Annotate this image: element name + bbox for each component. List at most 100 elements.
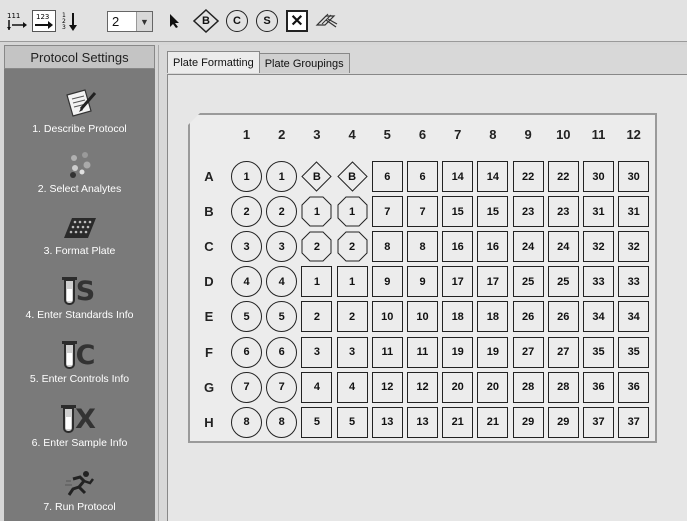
well-F6[interactable]: 11 (407, 336, 438, 368)
sidebar-item-run-protocol[interactable]: 7. Run Protocol (4, 461, 155, 521)
well-E8[interactable]: 18 (477, 301, 509, 333)
standard-tool-button[interactable]: S (256, 10, 278, 32)
well-D6[interactable]: 9 (407, 266, 438, 298)
well-H9[interactable]: 29 (512, 406, 544, 438)
well-B8[interactable]: 15 (477, 196, 509, 228)
well-E6[interactable]: 10 (407, 301, 438, 333)
well-B1[interactable]: 2 (231, 196, 262, 228)
well-F3[interactable]: 3 (301, 336, 333, 368)
well-H7[interactable]: 21 (442, 406, 474, 438)
well-F7[interactable]: 19 (442, 336, 474, 368)
well-E2[interactable]: 5 (266, 301, 298, 333)
sidebar-item-describe-protocol[interactable]: 1. Describe Protocol (4, 83, 155, 143)
row-header[interactable]: G (199, 380, 219, 395)
well-C2[interactable]: 3 (266, 231, 298, 263)
tab-plate-groupings[interactable]: Plate Groupings (258, 53, 350, 73)
well-H6[interactable]: 13 (407, 406, 438, 438)
well-A8[interactable]: 14 (477, 161, 509, 192)
row-header[interactable]: D (199, 274, 219, 289)
well-D9[interactable]: 25 (512, 266, 544, 298)
well-H2[interactable]: 8 (266, 406, 298, 438)
sample-tool-button[interactable]: ✕ (286, 10, 308, 32)
well-H4[interactable]: 5 (336, 406, 368, 438)
well-D1[interactable]: 4 (231, 266, 262, 298)
well-C7[interactable]: 16 (442, 231, 474, 263)
sidebar-item-enter-standards-info[interactable]: S 4. Enter Standards Info (4, 269, 155, 329)
sidebar-item-enter-sample-info[interactable]: X 6. Enter Sample Info (4, 397, 155, 457)
well-G6[interactable]: 12 (407, 371, 438, 403)
well-H10[interactable]: 29 (547, 406, 579, 438)
well-F9[interactable]: 27 (512, 336, 544, 368)
column-header[interactable]: 10 (548, 127, 579, 142)
well-B2[interactable]: 2 (266, 196, 298, 228)
well-H1[interactable]: 8 (231, 406, 262, 438)
blank-tool-button[interactable]: B (193, 9, 219, 33)
well-G5[interactable]: 12 (371, 371, 403, 403)
well-A11[interactable]: 30 (583, 161, 614, 192)
well-C3[interactable]: 2 (301, 231, 332, 262)
well-F1[interactable]: 6 (231, 336, 262, 368)
well-B3[interactable]: 1 (301, 196, 332, 227)
well-G4[interactable]: 4 (336, 371, 368, 403)
well-A9[interactable]: 22 (512, 161, 544, 192)
well-C1[interactable]: 3 (231, 231, 262, 263)
well-B7[interactable]: 15 (442, 196, 474, 228)
well-D10[interactable]: 25 (547, 266, 579, 298)
column-header[interactable]: 3 (301, 127, 332, 142)
well-G2[interactable]: 7 (266, 371, 298, 403)
well-G7[interactable]: 20 (442, 371, 474, 403)
well-G8[interactable]: 20 (477, 371, 509, 403)
well-E12[interactable]: 34 (618, 301, 650, 333)
well-G12[interactable]: 36 (618, 371, 650, 403)
well-F4[interactable]: 3 (336, 336, 368, 368)
well-G10[interactable]: 28 (547, 371, 579, 403)
well-D8[interactable]: 17 (477, 266, 509, 298)
well-E7[interactable]: 18 (442, 301, 474, 333)
well-E10[interactable]: 26 (547, 301, 579, 333)
well-B10[interactable]: 23 (547, 196, 579, 228)
tab-plate-formatting[interactable]: Plate Formatting (167, 51, 260, 73)
control-tool-button[interactable]: C (226, 10, 248, 32)
well-C8[interactable]: 16 (477, 231, 509, 263)
well-F2[interactable]: 6 (266, 336, 298, 368)
well-C6[interactable]: 8 (407, 231, 438, 263)
well-C12[interactable]: 32 (618, 231, 650, 263)
well-D12[interactable]: 33 (618, 266, 650, 298)
column-header[interactable]: 1 (231, 127, 262, 142)
eraser-icon[interactable] (314, 10, 338, 32)
well-D11[interactable]: 33 (583, 266, 614, 298)
well-D5[interactable]: 9 (371, 266, 403, 298)
well-H8[interactable]: 21 (477, 406, 509, 438)
well-E3[interactable]: 2 (301, 301, 333, 333)
fill-order-row-icon[interactable]: 111 (6, 10, 28, 32)
well-D4[interactable]: 1 (336, 266, 368, 298)
well-E1[interactable]: 5 (231, 301, 262, 333)
well-A6[interactable]: 6 (407, 161, 438, 192)
row-header[interactable]: F (199, 345, 219, 360)
row-header[interactable]: B (199, 204, 219, 219)
row-header[interactable]: A (199, 169, 219, 184)
well-A5[interactable]: 6 (371, 161, 403, 192)
well-F10[interactable]: 27 (547, 336, 579, 368)
column-header[interactable]: 8 (477, 127, 508, 142)
column-header[interactable]: 2 (266, 127, 297, 142)
well-E5[interactable]: 10 (371, 301, 403, 333)
well-H5[interactable]: 13 (371, 406, 403, 438)
column-header[interactable]: 5 (372, 127, 403, 142)
well-B11[interactable]: 31 (583, 196, 614, 228)
well-C11[interactable]: 32 (583, 231, 614, 263)
column-header[interactable]: 12 (618, 127, 649, 142)
well-A3[interactable]: B (301, 161, 333, 192)
fill-order-sequential-icon[interactable]: 123 (32, 10, 56, 32)
row-header[interactable]: H (199, 415, 219, 430)
well-C9[interactable]: 24 (512, 231, 544, 263)
well-H12[interactable]: 37 (618, 406, 650, 438)
sidebar-item-enter-controls-info[interactable]: C 5. Enter Controls Info (4, 333, 155, 393)
well-F11[interactable]: 35 (583, 336, 614, 368)
column-header[interactable]: 11 (583, 127, 614, 142)
well-B4[interactable]: 1 (337, 196, 368, 227)
column-header[interactable]: 6 (407, 127, 438, 142)
column-header[interactable]: 9 (513, 127, 544, 142)
well-B9[interactable]: 23 (512, 196, 544, 228)
well-H3[interactable]: 5 (301, 406, 333, 438)
